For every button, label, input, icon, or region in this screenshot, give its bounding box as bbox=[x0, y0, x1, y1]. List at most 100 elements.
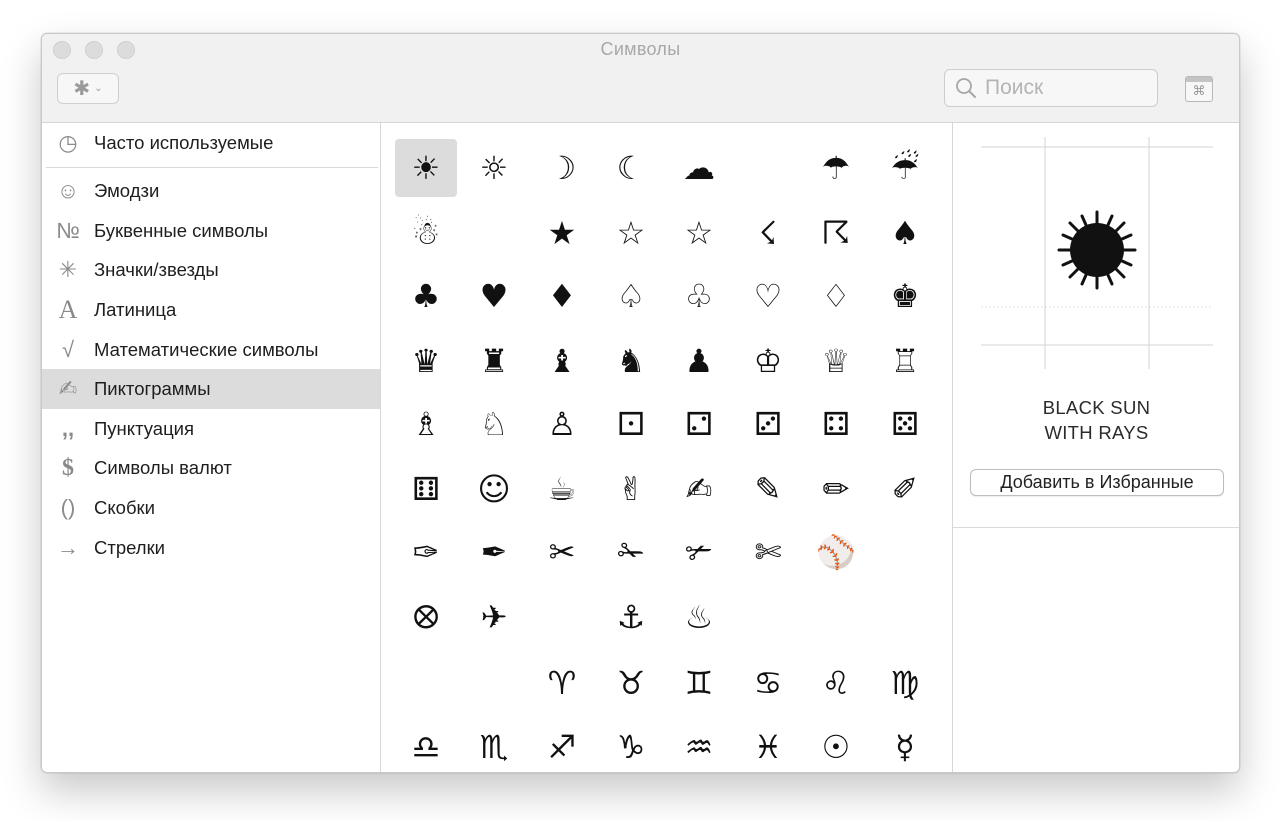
symbol-cell[interactable]: ♒ bbox=[668, 718, 730, 772]
symbol-cell[interactable]: ⚁ bbox=[668, 395, 730, 453]
sidebar-item-letterlike-symbols[interactable]: № Буквенные символы bbox=[42, 211, 380, 251]
symbol-cell[interactable]: ☺ bbox=[463, 460, 525, 518]
symbol-cell[interactable]: ⚓ bbox=[600, 588, 662, 646]
symbol-cell[interactable]: ♕ bbox=[805, 332, 867, 390]
symbol-cell[interactable]: ♡ bbox=[737, 267, 799, 325]
symbol-cell[interactable]: ♐ bbox=[531, 718, 593, 772]
symbol-cell[interactable]: ♨ bbox=[668, 588, 730, 646]
symbol-cell[interactable]: ⚅ bbox=[395, 460, 457, 518]
sidebar-item-math-symbols[interactable]: √ Математические символы bbox=[42, 330, 380, 370]
symbol-cell[interactable]: ♙ bbox=[531, 395, 593, 453]
symbol-cell[interactable]: ☕ bbox=[531, 460, 593, 518]
symbol-cell[interactable]: ♝ bbox=[531, 332, 593, 390]
symbol-cell[interactable]: ✑ bbox=[395, 523, 457, 581]
symbol-cell[interactable]: ♏ bbox=[463, 718, 525, 772]
sidebar-item-label: Часто используемые bbox=[94, 132, 274, 153]
sidebar-item-currency-symbols[interactable]: $ Символы валют bbox=[42, 448, 380, 488]
symbol-cell[interactable]: ⚂ bbox=[737, 395, 799, 453]
symbol-cell[interactable]: ☂ bbox=[805, 139, 867, 197]
symbol-cell[interactable]: ♚ bbox=[874, 267, 936, 325]
symbol-cell[interactable]: ✍ bbox=[668, 460, 730, 518]
symbol-cell[interactable]: ☾ bbox=[600, 139, 662, 197]
symbol-cell[interactable]: ✌ bbox=[600, 460, 662, 518]
symbol-cell[interactable]: ♛ bbox=[395, 332, 457, 390]
command-key-icon: ⌘ bbox=[1192, 83, 1206, 98]
symbol-cell[interactable]: ♢ bbox=[805, 267, 867, 325]
symbol-cell[interactable]: ♧ bbox=[668, 267, 730, 325]
search-field[interactable] bbox=[944, 69, 1158, 107]
symbol-cell[interactable]: ♜ bbox=[463, 332, 525, 390]
symbol-cell[interactable]: ♦ bbox=[531, 267, 593, 325]
symbol-cell[interactable]: ♎ bbox=[395, 718, 457, 772]
symbol-cell[interactable]: ☆ bbox=[600, 204, 662, 262]
dollar-icon: $ bbox=[62, 455, 74, 481]
symbol-cell[interactable]: ♊ bbox=[668, 654, 730, 712]
symbol-cell[interactable]: ♋ bbox=[737, 654, 799, 712]
symbol-cell[interactable]: ♉ bbox=[600, 654, 662, 712]
symbol-cell[interactable]: ☔ bbox=[874, 139, 936, 197]
symbol-cell[interactable]: ✃ bbox=[668, 523, 730, 581]
symbol-cell[interactable]: ♗ bbox=[395, 395, 457, 453]
characters-window: Символы ✱ ⌄ ⌘ ◷ Часто используемые ☺ bbox=[41, 33, 1240, 773]
add-to-favorites-button[interactable]: Добавить в Избранные bbox=[970, 469, 1224, 496]
symbol-cell[interactable]: ✎ bbox=[737, 460, 799, 518]
titlebar: Символы ✱ ⌄ ⌘ bbox=[42, 34, 1239, 123]
symbol-cell[interactable]: ☁ bbox=[668, 139, 730, 197]
symbol-cell[interactable]: ✁ bbox=[600, 523, 662, 581]
symbol-cell[interactable]: ⭙ bbox=[395, 588, 457, 646]
symbol-cell[interactable]: ♔ bbox=[737, 332, 799, 390]
sidebar-item-brackets[interactable]: () Скобки bbox=[42, 488, 380, 528]
symbol-cell[interactable]: ⚄ bbox=[874, 395, 936, 453]
clock-icon: ◷ bbox=[58, 130, 78, 155]
symbol-cell[interactable]: ✄ bbox=[737, 523, 799, 581]
search-input[interactable] bbox=[981, 76, 1145, 100]
writing-hand-icon: ✍ bbox=[58, 376, 78, 401]
symbol-cell[interactable]: ✈ bbox=[463, 588, 525, 646]
arrow-right-icon: → bbox=[57, 535, 79, 560]
symbol-cell[interactable]: ♓ bbox=[737, 718, 799, 772]
symbol-cell[interactable]: ♥ bbox=[463, 267, 525, 325]
symbol-cell[interactable]: ☇ bbox=[737, 204, 799, 262]
symbol-cell[interactable]: ♈ bbox=[531, 654, 593, 712]
sidebar-item-stars[interactable]: ✳ Значки/звезды bbox=[42, 250, 380, 290]
symbol-cell[interactable]: ♍ bbox=[874, 654, 936, 712]
symbol-cell[interactable]: ☼ bbox=[463, 139, 525, 197]
symbol-cell[interactable]: ⚾ bbox=[805, 523, 867, 581]
symbol-cell[interactable]: ♟ bbox=[668, 332, 730, 390]
sidebar-item-frequently-used[interactable]: ◷ Часто используемые bbox=[42, 123, 380, 163]
sidebar-item-label: Эмодзи bbox=[94, 180, 160, 201]
symbol-cell[interactable]: ♠ bbox=[874, 204, 936, 262]
symbol-cell[interactable]: ♖ bbox=[874, 332, 936, 390]
action-menu-button[interactable]: ✱ ⌄ bbox=[57, 73, 119, 104]
sidebar-item-punctuation[interactable]: ,, Пунктуация bbox=[42, 409, 380, 449]
symbol-cell[interactable]: ☽ bbox=[531, 139, 593, 197]
symbol-cell[interactable]: ★ bbox=[531, 204, 593, 262]
sidebar-item-arrows[interactable]: → Стрелки bbox=[42, 528, 380, 568]
sidebar-item-pictographs[interactable]: ✍ Пиктограммы bbox=[42, 369, 380, 409]
symbol-preview bbox=[981, 137, 1213, 369]
symbol-cell[interactable]: ☀ bbox=[395, 139, 457, 197]
sidebar-item-label: Стрелки bbox=[94, 537, 166, 558]
sidebar-item-label: Скобки bbox=[94, 497, 155, 518]
character-viewer-toggle-button[interactable]: ⌘ bbox=[1185, 76, 1213, 102]
sidebar-item-latin[interactable]: A Латиница bbox=[42, 290, 380, 330]
symbol-cell[interactable]: ♤ bbox=[600, 267, 662, 325]
symbol-cell[interactable]: ✐ bbox=[874, 460, 936, 518]
symbol-cell[interactable]: ⚃ bbox=[805, 395, 867, 453]
symbol-cell[interactable]: ♑ bbox=[600, 718, 662, 772]
symbol-cell[interactable]: ♞ bbox=[600, 332, 662, 390]
symbol-cell[interactable]: ☉ bbox=[805, 718, 867, 772]
symbol-cell[interactable]: ✂ bbox=[531, 523, 593, 581]
symbol-cell[interactable]: ♘ bbox=[463, 395, 525, 453]
symbol-cell[interactable]: ♌ bbox=[805, 654, 867, 712]
symbol-cell[interactable]: ♣ bbox=[395, 267, 457, 325]
symbol-name: BLACK SUN WITH RAYS bbox=[953, 395, 1239, 445]
symbol-cell[interactable]: ☈ bbox=[805, 204, 867, 262]
symbol-cell[interactable]: ☿ bbox=[874, 718, 936, 772]
symbol-cell[interactable]: ✒ bbox=[463, 523, 525, 581]
symbol-cell[interactable]: ⚀ bbox=[600, 395, 662, 453]
symbol-cell[interactable]: ✏ bbox=[805, 460, 867, 518]
sidebar-item-emoji[interactable]: ☺ Эмодзи bbox=[42, 171, 380, 211]
symbol-cell[interactable]: ☃ bbox=[395, 204, 457, 262]
symbol-cell[interactable]: ☆ bbox=[668, 204, 730, 262]
